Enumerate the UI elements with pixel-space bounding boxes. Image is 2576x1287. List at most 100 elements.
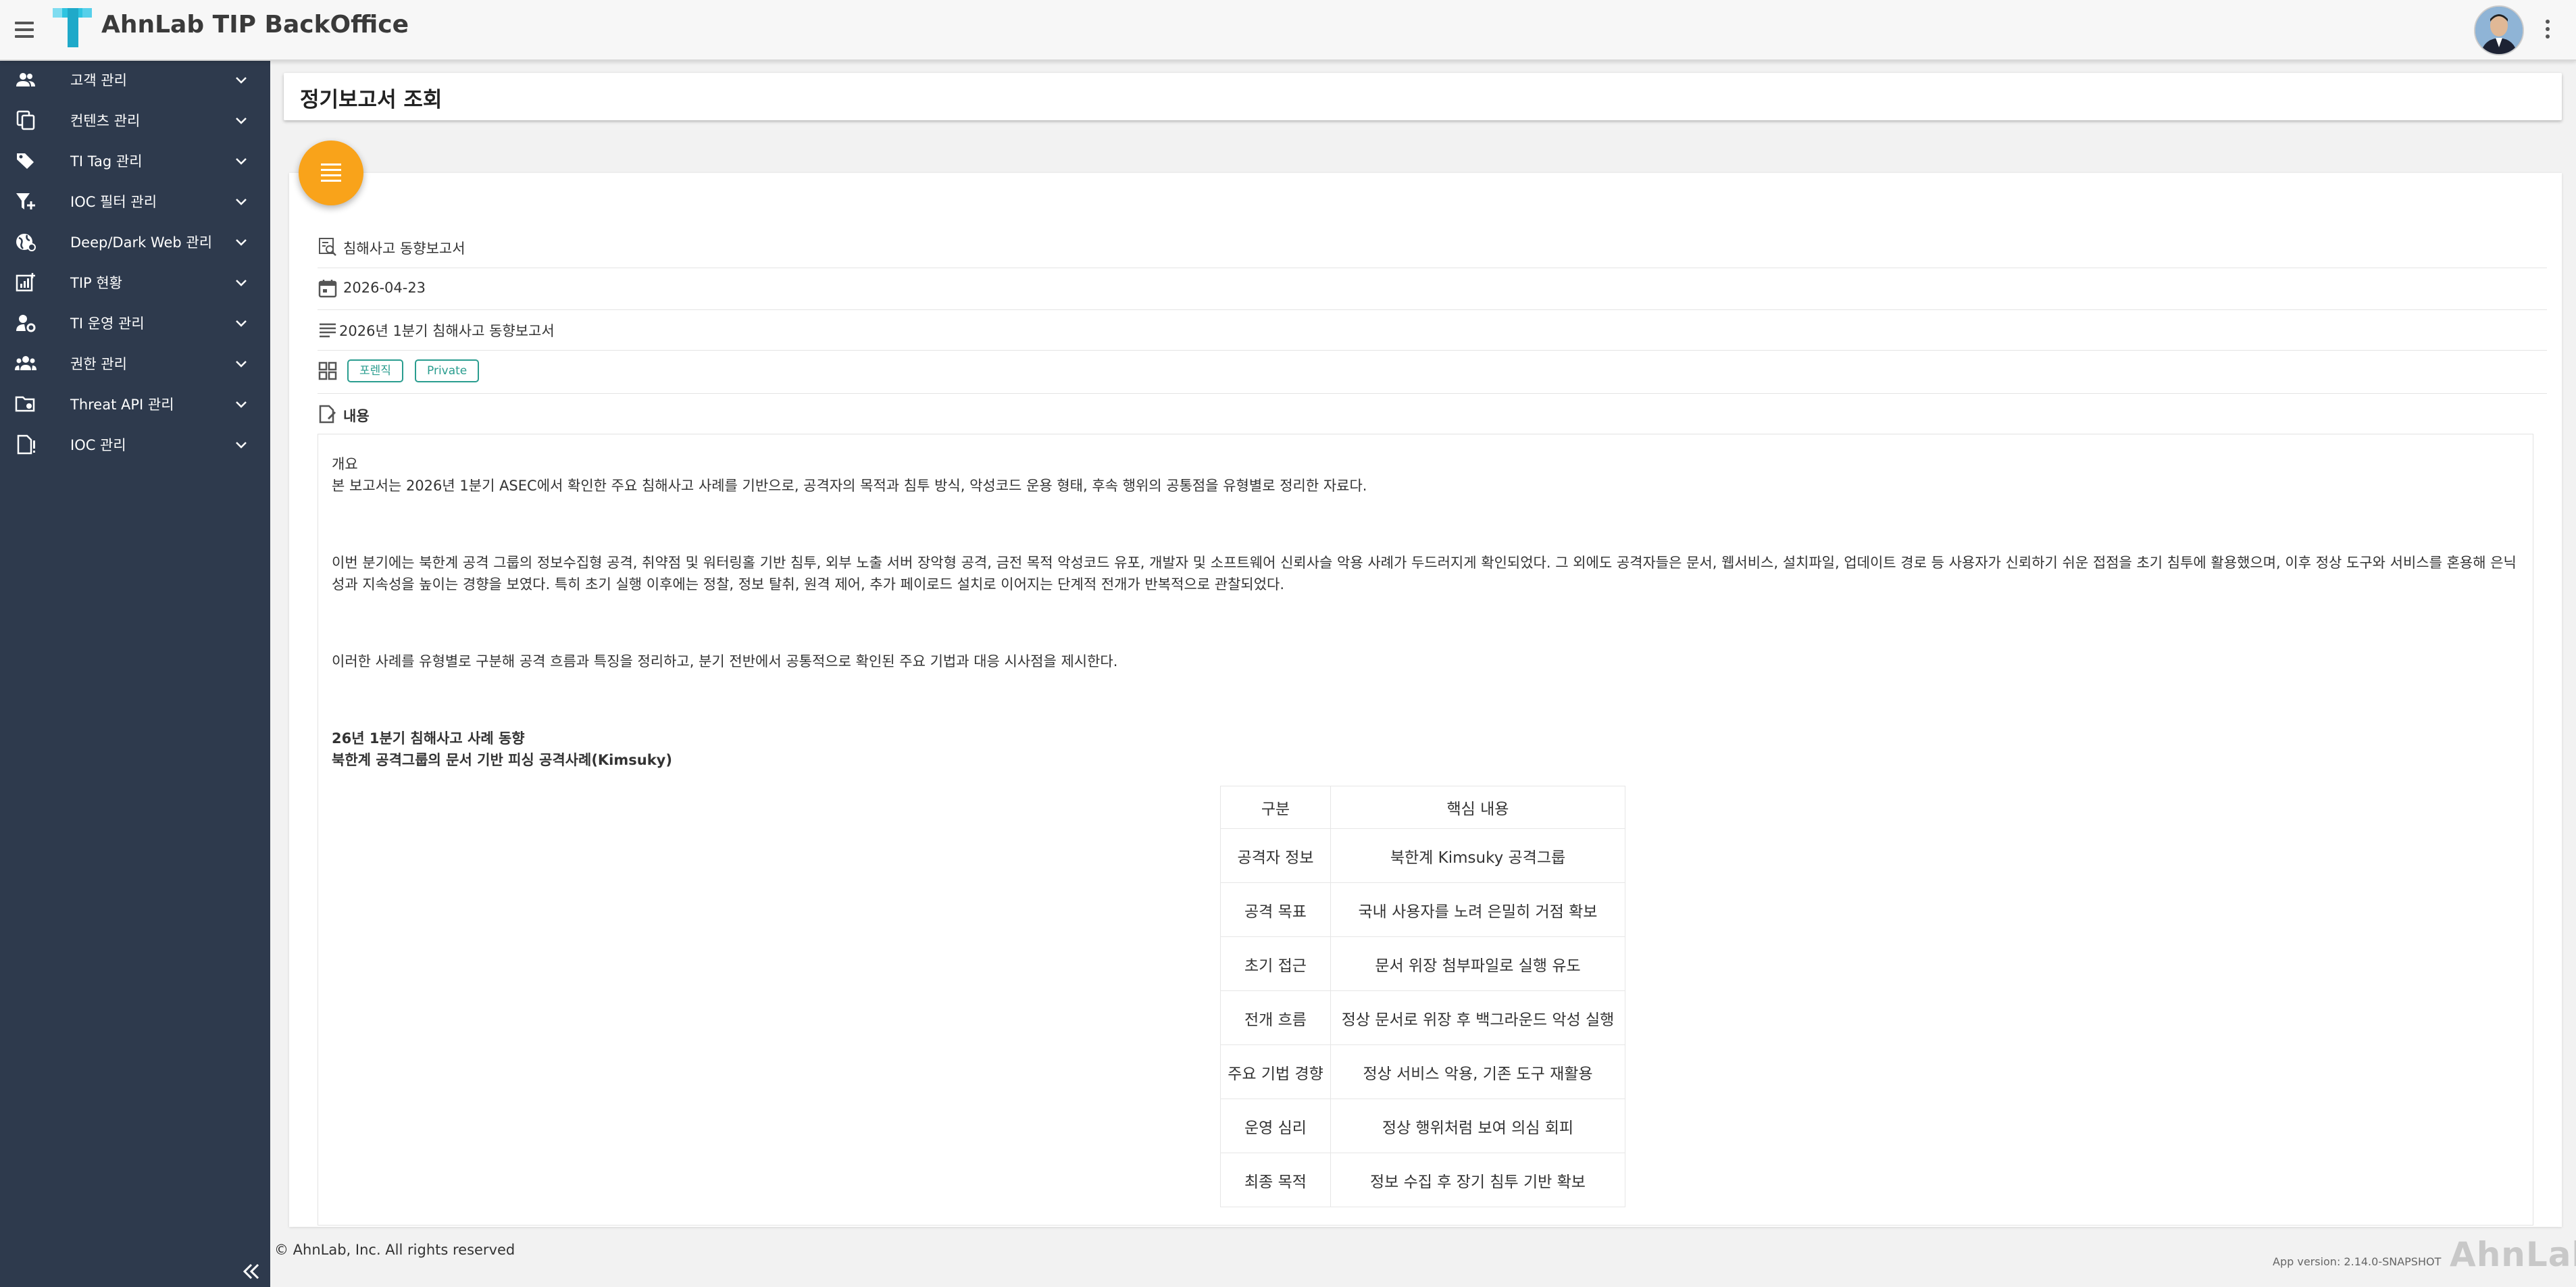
report-date-row: 2026-04-23 [318,269,2547,310]
summary-table: 구분 핵심 내용 공격자 정보 북한계 Kimsuky 공격그룹 공격 목표 국내 … [1220,786,1625,1207]
table-row: 전개 흐름 정상 문서로 위장 후 백그라운드 악성 실행 [1220,990,1625,1045]
sidebar-item-permissions[interactable]: 권한 관리 [0,343,270,384]
chevron-down-icon [236,199,247,205]
chevron-down-icon [236,361,247,368]
group-icon [15,356,36,370]
sidebar-item-threat-api[interactable]: Threat API 관리 [0,384,270,424]
top-app-bar: AhnLab TIP BackOffice [0,0,2576,61]
sidebar-item-label: 컨텐츠 관리 [70,113,141,129]
chevron-down-icon [236,77,247,84]
table-header-row: 구분 핵심 내용 [1220,786,1625,829]
chevron-down-icon [236,118,247,124]
report-type: 침해사고 동향보고서 [343,241,465,257]
calendar-icon [318,280,337,298]
globe-icon [16,234,36,251]
page-header: 정기보고서 조회 [284,73,2562,120]
table-cell: 정상 행위처럼 보여 의심 회피 [1330,1099,1625,1153]
collapse-sidebar-icon[interactable] [239,1259,263,1284]
content-paragraph: 이러한 사례를 유형별로 구분해 공격 흐름과 특징을 정리하고, 분기 전반에… [332,653,1118,670]
copyright: © AhnLab, Inc. All rights reserved [274,1242,515,1258]
sidebar-item-label: TIP 현황 [70,275,122,291]
sidebar-item-deep-dark-web[interactable]: Deep/Dark Web 관리 [0,222,270,262]
app-title: AhnLab TIP BackOffice [101,11,409,39]
chevron-down-icon [236,158,247,165]
content-subsection-title: 북한계 공격그룹의 문서 기반 피싱 공격사례(Kimsuky) [332,752,672,768]
table-cell: 정상 서비스 악용, 기존 도구 재활용 [1330,1044,1625,1099]
table-row: 최종 목적 정보 수집 후 장기 침투 기반 확보 [1220,1153,1625,1207]
report-tags-row: 포렌직 Private [318,353,2547,394]
table-row: 운영 심리 정상 행위처럼 보여 의심 회피 [1220,1099,1625,1153]
table-cell: 최종 목적 [1220,1153,1331,1207]
sidebar-item-label: 고객 관리 [70,72,127,89]
table-cell: 정보 수집 후 장기 침투 기반 확보 [1330,1153,1625,1207]
sidebar-item-tip-status[interactable]: TIP 현황 [0,262,270,303]
sidebar-item-label: 권한 관리 [70,356,127,372]
sidebar: 고객 관리 컨텐츠 관리 TI Tag 관리 IOC 필터 관리 Deep/Da… [0,59,270,1287]
sidebar-item-label: TI Tag 관리 [70,153,143,170]
notes-icon [320,323,336,338]
sidebar-item-customer[interactable]: 고객 관리 [0,59,270,100]
table-header: 구분 [1220,786,1331,829]
content-paragraph: 이번 분기에는 북한계 공격 그룹의 정보수집형 공격, 취약점 및 워터링홀 … [332,555,2517,571]
brand-watermark: AhnLab [2450,1235,2576,1274]
app-version: App version: 2.14.0-SNAPSHOT [2273,1255,2442,1268]
table-cell: 국내 사용자를 노려 은밀히 거점 확보 [1330,882,1625,937]
table-row: 주요 기법 경향 정상 서비스 악용, 기존 도구 재활용 [1220,1044,1625,1099]
sidebar-item-label: Deep/Dark Web 관리 [70,234,213,251]
more-vert-icon[interactable] [2544,18,2552,42]
sidebar-item-label: IOC 필터 관리 [70,194,157,210]
table-cell: 전개 흐름 [1220,990,1331,1045]
chevron-down-icon [236,280,247,286]
chevron-down-icon [236,442,247,449]
sidebar-item-label: TI 운영 관리 [70,316,145,332]
ahnlab-logo [53,8,92,47]
analytics-icon [16,273,35,292]
report-name: 2026년 1분기 침해사고 동향보고서 [339,323,555,339]
menu-icon[interactable] [15,18,36,42]
table-cell: 공격자 정보 [1220,828,1331,883]
sidebar-item-label: IOC 관리 [70,437,126,453]
content-label: 내용 [343,408,370,424]
tags-icon [17,153,34,169]
sidebar-item-ioc[interactable]: IOC 관리 [0,424,270,465]
chevron-down-icon [236,320,247,327]
users-icon [16,73,35,86]
sidebar-item-ioc-filter[interactable]: IOC 필터 관리 [0,181,270,222]
table-cell: 정상 문서로 위장 후 백그라운드 악성 실행 [1330,990,1625,1045]
tag-forensic[interactable]: 포렌직 [347,359,403,382]
chevron-down-icon [236,401,247,408]
document-info-icon [17,434,35,455]
sidebar-item-label: Threat API 관리 [70,397,174,413]
tag-private[interactable]: Private [415,359,480,382]
report-name-row: 2026년 1분기 침해사고 동향보고서 [318,309,2547,351]
copy-icon [16,110,35,130]
table-header: 핵심 내용 [1330,786,1625,829]
content-heading: 개요 [332,456,358,472]
report-content: 개요 본 보고서는 2026년 1분기 ASEC에서 확인한 주요 침해사고 사… [318,434,2533,1226]
sidebar-item-contents[interactable]: 컨텐츠 관리 [0,100,270,141]
table-cell: 운영 심리 [1220,1099,1331,1153]
sidebar-item-ti-operations[interactable]: TI 운영 관리 [0,303,270,343]
table-row: 초기 접근 문서 위장 첨부파일로 실행 유도 [1220,936,1625,991]
edit-document-icon [319,405,336,424]
page-title: 정기보고서 조회 [300,88,443,112]
user-gear-icon [16,315,36,332]
table-row: 공격 목표 국내 사용자를 노려 은밀히 거점 확보 [1220,882,1625,937]
table-cell: 공격 목표 [1220,882,1331,937]
table-cell: 주요 기법 경향 [1220,1044,1331,1099]
chevron-down-icon [236,239,247,246]
content-section-title: 26년 1분기 침해사고 사례 동향 [332,730,525,747]
search-document-icon [319,238,336,256]
content-paragraph: 본 보고서는 2026년 1분기 ASEC에서 확인한 주요 침해사고 사례를 … [332,478,1367,494]
folder-gear-icon [15,396,35,412]
report-content-row: 내용 [318,395,2547,435]
avatar[interactable] [2474,5,2524,55]
report-date: 2026-04-23 [343,280,426,296]
list-menu-button[interactable] [299,141,363,205]
sidebar-item-ti-tag[interactable]: TI Tag 관리 [0,141,270,181]
report-type-row: 침해사고 동향보고서 [318,227,2547,268]
table-cell: 북한계 Kimsuky 공격그룹 [1330,828,1625,883]
table-row: 공격자 정보 북한계 Kimsuky 공격그룹 [1220,828,1625,883]
content-paragraph: 성과 지속성을 높이는 경향을 보였다. 특히 초기 실행 이후에는 정찰, 정… [332,576,1285,592]
dashboard-icon [318,361,337,380]
